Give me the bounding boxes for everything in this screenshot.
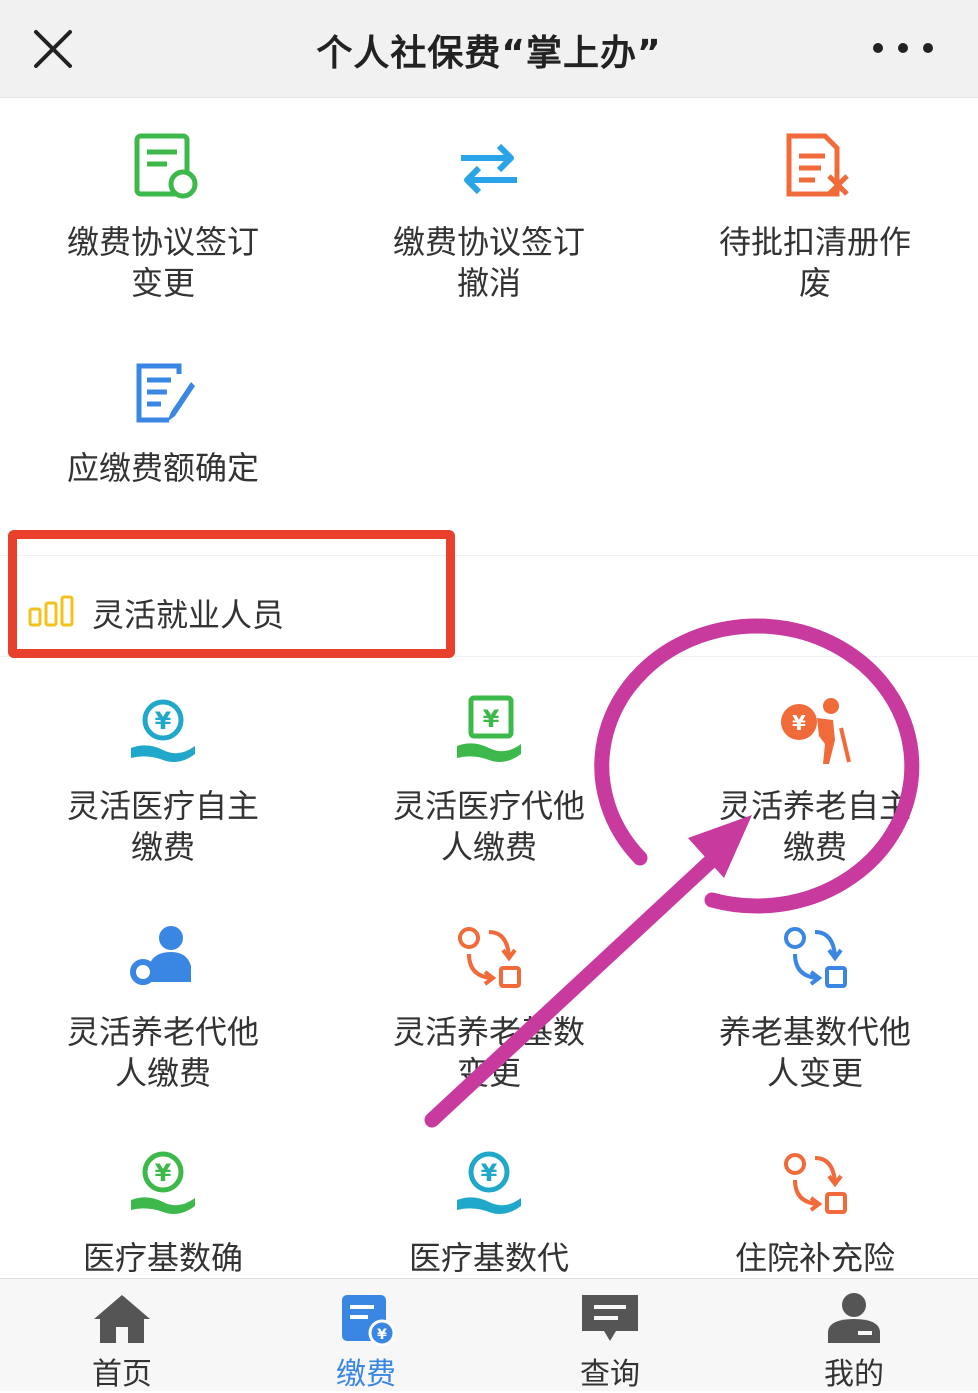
yuan-hand-icon: ¥ bbox=[131, 699, 195, 762]
swap-circle-square-icon bbox=[784, 1153, 847, 1214]
service-pending-deduction-void[interactable]: 待批扣清册作废 bbox=[652, 128, 978, 304]
bottom-tab-bar: 首页 ¥ 缴费 查询 我的 bbox=[0, 1278, 978, 1392]
tab-label: 缴费 bbox=[336, 1357, 396, 1392]
document-cancel-icon bbox=[786, 133, 849, 197]
service-hospital-supplementary-insurance[interactable]: 住院补充险 bbox=[652, 1144, 978, 1279]
message-icon bbox=[582, 1295, 638, 1341]
tab-label: 查询 bbox=[580, 1357, 640, 1392]
service-label: 缴费协议签订变更 bbox=[66, 223, 259, 302]
tab-payment[interactable]: ¥ 缴费 bbox=[244, 1279, 488, 1392]
tab-label: 我的 bbox=[824, 1357, 884, 1392]
service-payable-amount-confirm[interactable]: 应缴费额确定 bbox=[0, 354, 326, 489]
service-flex-medical-others[interactable]: ¥ 灵活医疗代他人缴费 bbox=[326, 692, 652, 868]
service-flex-pension-others[interactable]: 灵活养老代他人缴费 bbox=[0, 918, 326, 1094]
service-label: 灵活养老基数变更 bbox=[392, 1013, 585, 1092]
service-payment-agreement-change[interactable]: 缴费协议签订变更 bbox=[0, 128, 326, 304]
svg-text:¥: ¥ bbox=[155, 1159, 172, 1187]
more-icon[interactable] bbox=[868, 30, 938, 66]
highlight-box bbox=[8, 530, 455, 658]
tab-label: 首页 bbox=[92, 1357, 152, 1392]
tab-home[interactable]: 首页 bbox=[0, 1279, 244, 1392]
service-label: 养老基数代他人变更 bbox=[718, 1013, 911, 1092]
service-pension-base-others-change[interactable]: 养老基数代他人变更 bbox=[652, 918, 978, 1094]
service-label: 医疗基数代 bbox=[408, 1239, 569, 1277]
tab-query[interactable]: 查询 bbox=[488, 1279, 732, 1392]
service-label: 灵活医疗代他人缴费 bbox=[392, 787, 585, 866]
service-medical-base-others[interactable]: ¥ 医疗基数代 bbox=[326, 1144, 652, 1279]
person-gear-icon bbox=[130, 926, 191, 985]
page-title: 个人社保费“掌上办” bbox=[316, 33, 662, 74]
service-payment-agreement-cancel[interactable]: 缴费协议签订撤消 bbox=[326, 128, 652, 304]
service-label: 灵活养老自主缴费 bbox=[718, 787, 911, 866]
service-label: 缴费协议签订撤消 bbox=[392, 223, 585, 302]
document-edit-icon bbox=[136, 363, 195, 423]
service-label: 灵活医疗自主缴费 bbox=[66, 787, 259, 866]
service-label: 住院补充险 bbox=[734, 1239, 895, 1277]
service-flex-pension-self[interactable]: ¥ 灵活养老自主缴费 bbox=[652, 692, 978, 868]
svg-text:¥: ¥ bbox=[483, 705, 500, 733]
payment-icon: ¥ bbox=[342, 1295, 396, 1347]
service-flex-pension-base-change[interactable]: 灵活养老基数变更 bbox=[326, 918, 652, 1094]
title-bar: 个人社保费“掌上办” bbox=[0, 0, 978, 98]
yuan-tablet-icon: ¥ bbox=[457, 695, 521, 762]
service-label: 灵活养老代他人缴费 bbox=[66, 1013, 259, 1092]
service-medical-base-confirm[interactable]: ¥ 医疗基数确 bbox=[0, 1144, 326, 1279]
swap-circle-square-icon bbox=[458, 927, 521, 988]
svg-text:¥: ¥ bbox=[155, 707, 172, 735]
home-icon bbox=[94, 1295, 150, 1343]
yuan-hand-icon: ¥ bbox=[457, 1151, 521, 1214]
yuan-hand-icon: ¥ bbox=[131, 1151, 195, 1214]
user-icon bbox=[828, 1293, 880, 1343]
svg-text:¥: ¥ bbox=[377, 1327, 387, 1343]
exchange-arrows-icon bbox=[461, 143, 517, 195]
elder-person-icon: ¥ bbox=[781, 698, 851, 764]
svg-text:¥: ¥ bbox=[481, 1159, 498, 1187]
service-label: 待批扣清册作废 bbox=[718, 223, 911, 302]
service-flex-medical-self[interactable]: ¥ 灵活医疗自主缴费 bbox=[0, 692, 326, 868]
service-label: 应缴费额确定 bbox=[66, 449, 259, 487]
swap-circle-square-icon bbox=[784, 927, 847, 988]
svg-text:¥: ¥ bbox=[792, 711, 806, 735]
service-label: 医疗基数确 bbox=[82, 1239, 243, 1277]
tab-mine[interactable]: 我的 bbox=[732, 1279, 976, 1392]
document-refresh-icon bbox=[134, 133, 198, 199]
